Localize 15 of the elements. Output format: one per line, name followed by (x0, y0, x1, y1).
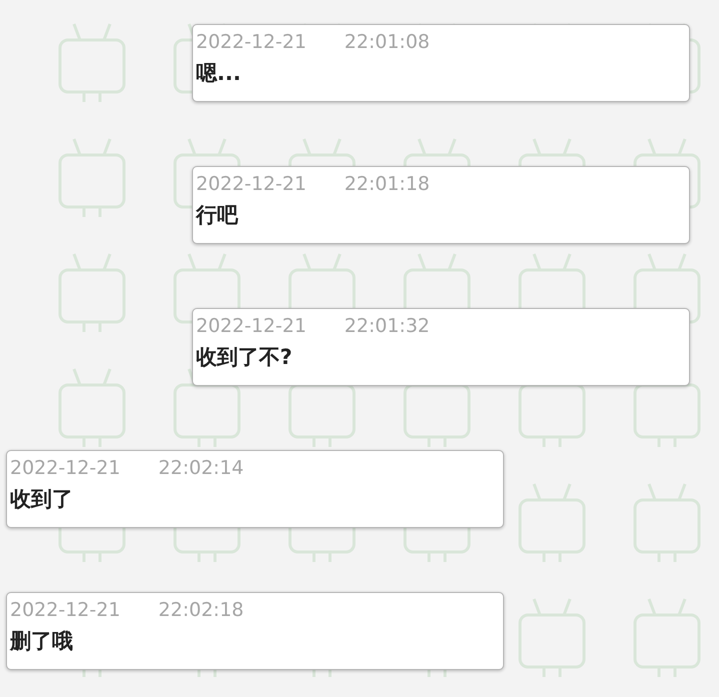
message-date: 2022-12-21 (196, 173, 306, 195)
message-time: 22:02:18 (158, 599, 244, 621)
message-date: 2022-12-21 (196, 31, 306, 53)
message-time: 22:01:32 (344, 315, 430, 337)
message-text: 删了哦 (10, 628, 74, 655)
message-text: 行吧 (196, 202, 240, 229)
message-text: 收到了不? (196, 344, 294, 371)
message-date: 2022-12-21 (10, 457, 120, 479)
message-text: 收到了 (10, 486, 74, 513)
message-date: 2022-12-21 (196, 315, 306, 337)
message-text: 嗯... (196, 60, 242, 87)
message-time: 22:01:18 (344, 173, 430, 195)
message-time: 22:02:14 (158, 457, 244, 479)
message-date: 2022-12-21 (10, 599, 120, 621)
message-time: 22:01:08 (344, 31, 430, 53)
